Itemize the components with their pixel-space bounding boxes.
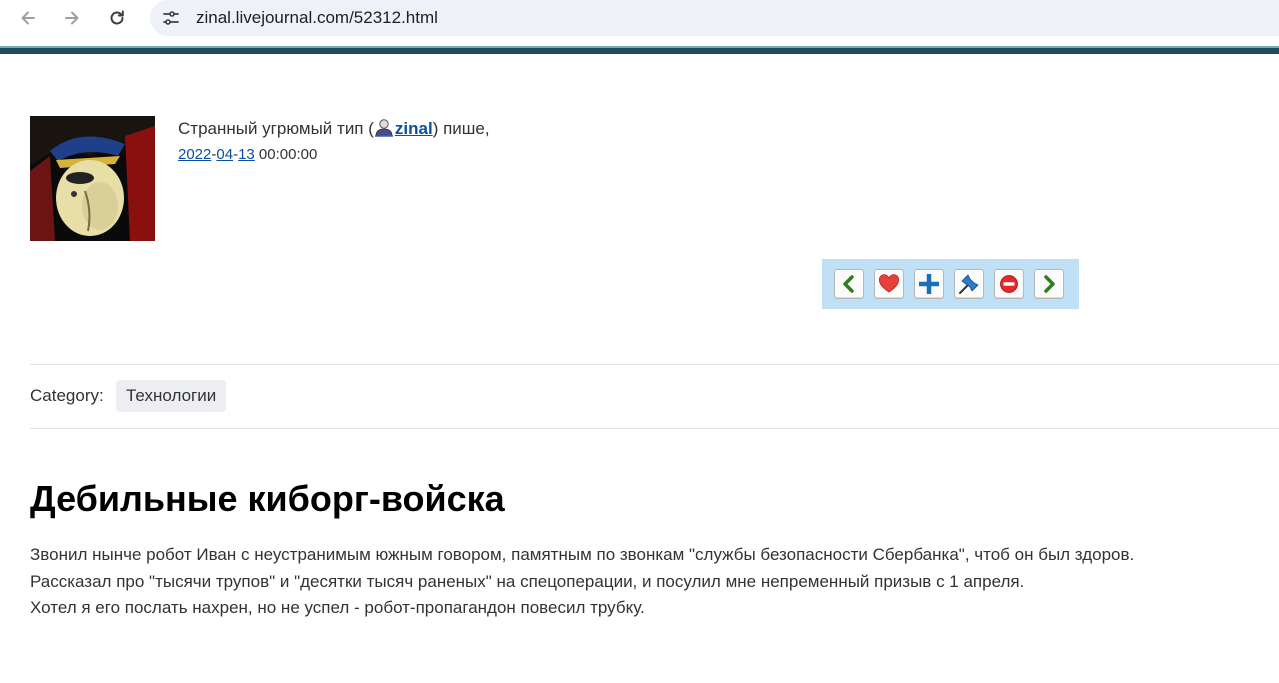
next-entry-button[interactable] — [1034, 269, 1064, 299]
heart-icon — [879, 274, 899, 293]
reload-icon — [110, 10, 124, 25]
site-info-button[interactable] — [158, 5, 184, 31]
divider — [30, 364, 1279, 365]
previous-entry-button[interactable] — [834, 269, 864, 299]
tune-icon — [163, 11, 179, 25]
user-icon — [374, 119, 393, 137]
back-arrow-icon — [21, 11, 35, 25]
post-time: 00:00:00 — [258, 146, 318, 163]
add-to-memories-button[interactable] — [874, 269, 904, 299]
post-date: 2022-04-13 00:00:00 — [178, 146, 317, 163]
post-byline: Странный угрюмый тип ( zinal) пише, — [178, 118, 490, 139]
plus-icon — [919, 274, 939, 294]
url-text[interactable]: zinal.livejournal.com/52312.html — [196, 8, 438, 28]
divider — [30, 428, 1279, 429]
entry-action-panel — [822, 259, 1079, 309]
block-icon — [1000, 275, 1018, 293]
date-day-link[interactable]: 13 — [238, 146, 255, 163]
add-friend-button[interactable] — [914, 269, 944, 299]
category-label: Category: — [30, 386, 104, 405]
author-avatar — [30, 116, 155, 241]
post-body: Звонил нынче робот Иван с неустранимым ю… — [30, 542, 1134, 622]
next-arrow-icon — [1044, 275, 1055, 293]
post-paragraph: Звонил нынче робот Иван с неустранимым ю… — [30, 545, 1135, 564]
post-paragraph: Хотел я его послать нахрен, но не успел … — [30, 598, 645, 617]
reload-button[interactable] — [102, 4, 132, 32]
site-header-bar — [0, 46, 1279, 54]
username-link[interactable]: zinal — [395, 119, 433, 138]
address-bar[interactable]: zinal.livejournal.com/52312.html — [150, 0, 1279, 36]
post-paragraph: Рассказал про "тысячи трупов" и "десятки… — [30, 571, 1025, 591]
back-button[interactable] — [13, 4, 43, 32]
post-title: Дебильные киборг-войска — [30, 478, 505, 519]
flag-entry-button[interactable] — [994, 269, 1024, 299]
track-entry-button[interactable] — [954, 269, 984, 299]
author-suffix: ) пише, — [432, 119, 490, 138]
prev-arrow-icon — [843, 275, 854, 293]
author-prefix: Странный угрюмый тип ( — [178, 119, 374, 138]
forward-button[interactable] — [57, 4, 87, 32]
date-month-link[interactable]: 04 — [216, 146, 233, 163]
pin-icon — [959, 274, 979, 294]
date-year-link[interactable]: 2022 — [178, 146, 211, 163]
category-tag[interactable]: Технологии — [116, 380, 227, 412]
browser-toolbar: zinal.livejournal.com/52312.html — [0, 0, 1279, 38]
forward-arrow-icon — [65, 11, 79, 25]
